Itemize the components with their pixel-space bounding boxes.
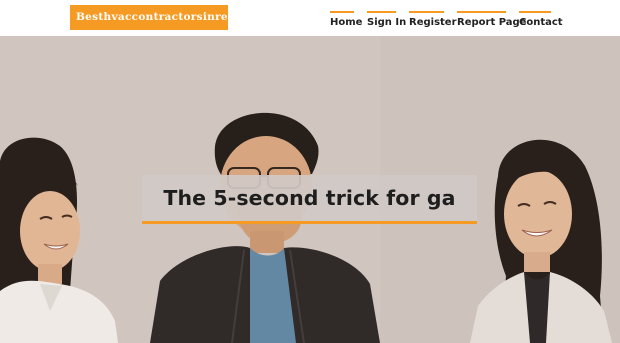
- hero-banner: The 5-second trick for ga: [0, 36, 620, 343]
- nav-home[interactable]: Home: [330, 11, 362, 33]
- nav-sign-in[interactable]: Sign In: [367, 11, 406, 33]
- hero-headline-box: The 5-second trick for ga: [142, 175, 477, 224]
- hero-headline: The 5-second trick for ga: [163, 186, 456, 210]
- nav-report-page[interactable]: Report Page: [457, 11, 526, 33]
- site-header: Besthvaccontractorsinreda621 Home Sign I…: [0, 0, 620, 36]
- site-logo[interactable]: Besthvaccontractorsinreda621: [70, 5, 228, 30]
- nav-contact[interactable]: Contact: [519, 11, 563, 33]
- nav-register[interactable]: Register: [409, 11, 457, 33]
